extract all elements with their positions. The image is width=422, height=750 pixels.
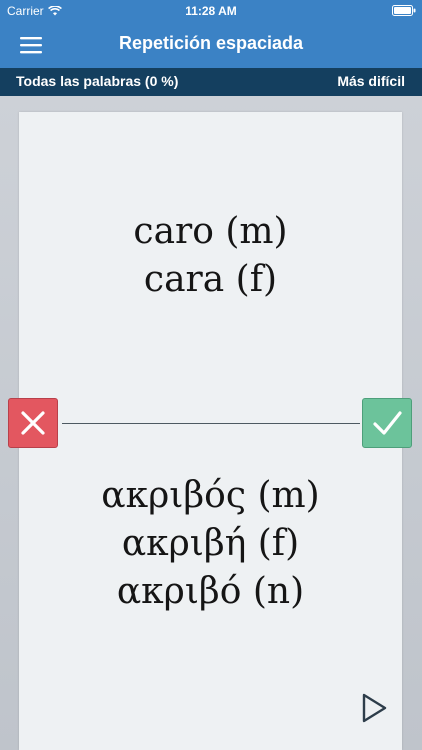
wrong-answer-button[interactable]	[8, 398, 58, 448]
back-line: ακριβό (n)	[116, 571, 305, 612]
page-title: Repetición espaciada	[118, 33, 304, 53]
back-line: ακριβή (f)	[121, 523, 300, 564]
card-front-text: caro (m) cara (f)	[19, 208, 402, 304]
card-back-text: ακριβός (m) ακριβή (f) ακριβό (n)	[19, 472, 402, 616]
nav-bar: Repetición espaciada	[0, 22, 422, 68]
checkmark-icon	[373, 411, 402, 435]
word-filter-label[interactable]: Todas las palabras (0 %)	[16, 73, 178, 89]
front-line: cara (f)	[143, 259, 278, 300]
status-bar: Carrier 11:28 AM	[0, 0, 422, 22]
difficulty-label[interactable]: Más difícil	[337, 73, 405, 89]
status-time: 11:28 AM	[185, 4, 237, 18]
battery-icon	[392, 5, 416, 16]
play-next-icon[interactable]	[360, 692, 388, 724]
back-line: ακριβός (m)	[101, 475, 320, 516]
front-line: caro (m)	[133, 211, 288, 252]
flashcard: caro (m) cara (f) ακριβός (m) ακριβή (f)…	[19, 112, 402, 750]
card-divider	[62, 423, 360, 424]
correct-answer-button[interactable]	[362, 398, 412, 448]
info-bar: Todas las palabras (0 %) Más difícil	[0, 68, 422, 96]
hamburger-menu-icon[interactable]	[18, 34, 44, 56]
x-icon	[21, 411, 45, 435]
top-header: Carrier 11:28 AM Repetición espaciada	[0, 0, 422, 68]
